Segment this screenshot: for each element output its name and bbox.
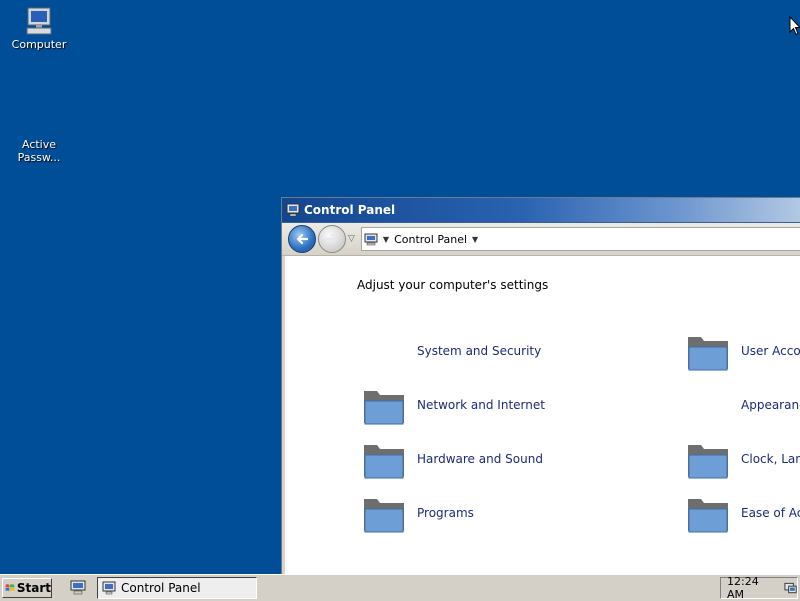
folder-icon — [688, 445, 728, 479]
breadcrumb-dropdown-icon[interactable]: ▼ — [472, 235, 478, 244]
window-titlebar[interactable]: Control Panel — [282, 198, 800, 223]
control-panel-icon — [286, 203, 300, 217]
category-label[interactable]: Hardware and Sound — [417, 452, 543, 466]
breadcrumb-control-panel[interactable]: Control Panel — [394, 233, 467, 246]
recent-pages-dropdown-icon[interactable]: ▽ — [348, 234, 355, 244]
forward-arrow-icon — [326, 234, 337, 244]
start-button[interactable]: Start — [2, 578, 52, 598]
control-panel-window[interactable]: Control Panel ▽ ▼ Control Panel ▼ Adjust… — [281, 197, 800, 579]
navigation-toolbar: ▽ ▼ Control Panel ▼ — [282, 223, 800, 256]
control-panel-icon — [364, 233, 378, 245]
desktop-icon-computer[interactable]: Computer — [1, 6, 77, 51]
folder-icon — [364, 445, 404, 479]
category-label[interactable]: Programs — [417, 506, 474, 520]
category-label[interactable]: Ease of Ac — [741, 506, 800, 520]
system-tray: 12:24 AM — [720, 575, 798, 601]
show-desktop-icon — [70, 580, 86, 595]
folder-icon — [364, 391, 404, 425]
folder-icon — [688, 337, 728, 371]
start-label: Start — [16, 581, 51, 595]
address-bar[interactable]: ▼ Control Panel ▼ — [360, 227, 800, 251]
category-label[interactable]: Network and Internet — [417, 398, 545, 412]
control-panel-icon — [102, 581, 116, 595]
clock[interactable]: 12:24 AM — [727, 575, 776, 601]
category-label[interactable]: Appearanc — [741, 398, 800, 412]
breadcrumb-separator-icon[interactable]: ▼ — [383, 235, 389, 244]
network-icon[interactable] — [784, 582, 797, 595]
taskbar: Start Control Panel 12:24 AM — [0, 574, 800, 601]
category-label[interactable]: System and Security — [417, 344, 541, 358]
forward-button[interactable] — [318, 225, 346, 253]
control-panel-content: Adjust your computer's settings System a… — [285, 256, 800, 578]
folder-icon — [688, 499, 728, 533]
windows-logo-icon — [5, 584, 15, 592]
category-label[interactable]: Clock, Lan — [741, 452, 800, 466]
category-label[interactable]: User Acco — [741, 344, 800, 358]
desktop-icon-active-password[interactable]: Active Passw... — [1, 138, 77, 164]
quick-launch-show-desktop[interactable] — [70, 580, 86, 599]
window-title: Control Panel — [304, 203, 396, 217]
back-button[interactable] — [288, 225, 316, 253]
taskbar-item-label: Control Panel — [121, 581, 201, 595]
taskbar-item-control-panel[interactable]: Control Panel — [97, 577, 257, 599]
back-arrow-icon — [296, 233, 309, 245]
desktop-icon-label: Active Passw... — [17, 138, 61, 164]
computer-icon — [26, 7, 52, 35]
folder-icon — [364, 499, 404, 533]
desktop-icon-label: Computer — [11, 38, 67, 51]
page-heading: Adjust your computer's settings — [357, 278, 549, 292]
mouse-cursor-icon — [789, 16, 800, 36]
